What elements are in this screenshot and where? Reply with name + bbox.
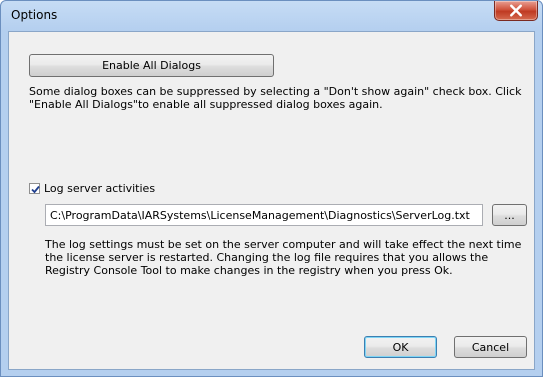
window-title: Options <box>11 8 58 22</box>
close-icon <box>510 4 522 17</box>
title-bar[interactable]: Options <box>1 1 542 31</box>
log-server-activities-row[interactable]: Log server activities <box>29 181 155 195</box>
dialog-body: Enable All Dialogs Some dialog boxes can… <box>8 31 535 370</box>
enable-all-dialogs-button[interactable]: Enable All Dialogs <box>29 54 274 77</box>
ok-button[interactable]: OK <box>364 336 437 358</box>
suppressed-dialogs-description: Some dialog boxes can be suppressed by s… <box>29 85 522 111</box>
log-server-activities-label: Log server activities <box>44 181 156 195</box>
log-file-path-input[interactable] <box>45 204 483 226</box>
close-button[interactable] <box>494 1 538 21</box>
log-server-activities-checkbox[interactable] <box>29 182 40 194</box>
cancel-button[interactable]: Cancel <box>454 336 527 358</box>
checkmark-icon <box>31 185 40 193</box>
browse-button[interactable]: ... <box>492 204 527 226</box>
log-settings-note: The log settings must be set on the serv… <box>45 238 522 277</box>
options-dialog: Options Enable All Dialogs Some dialog b… <box>0 0 543 377</box>
